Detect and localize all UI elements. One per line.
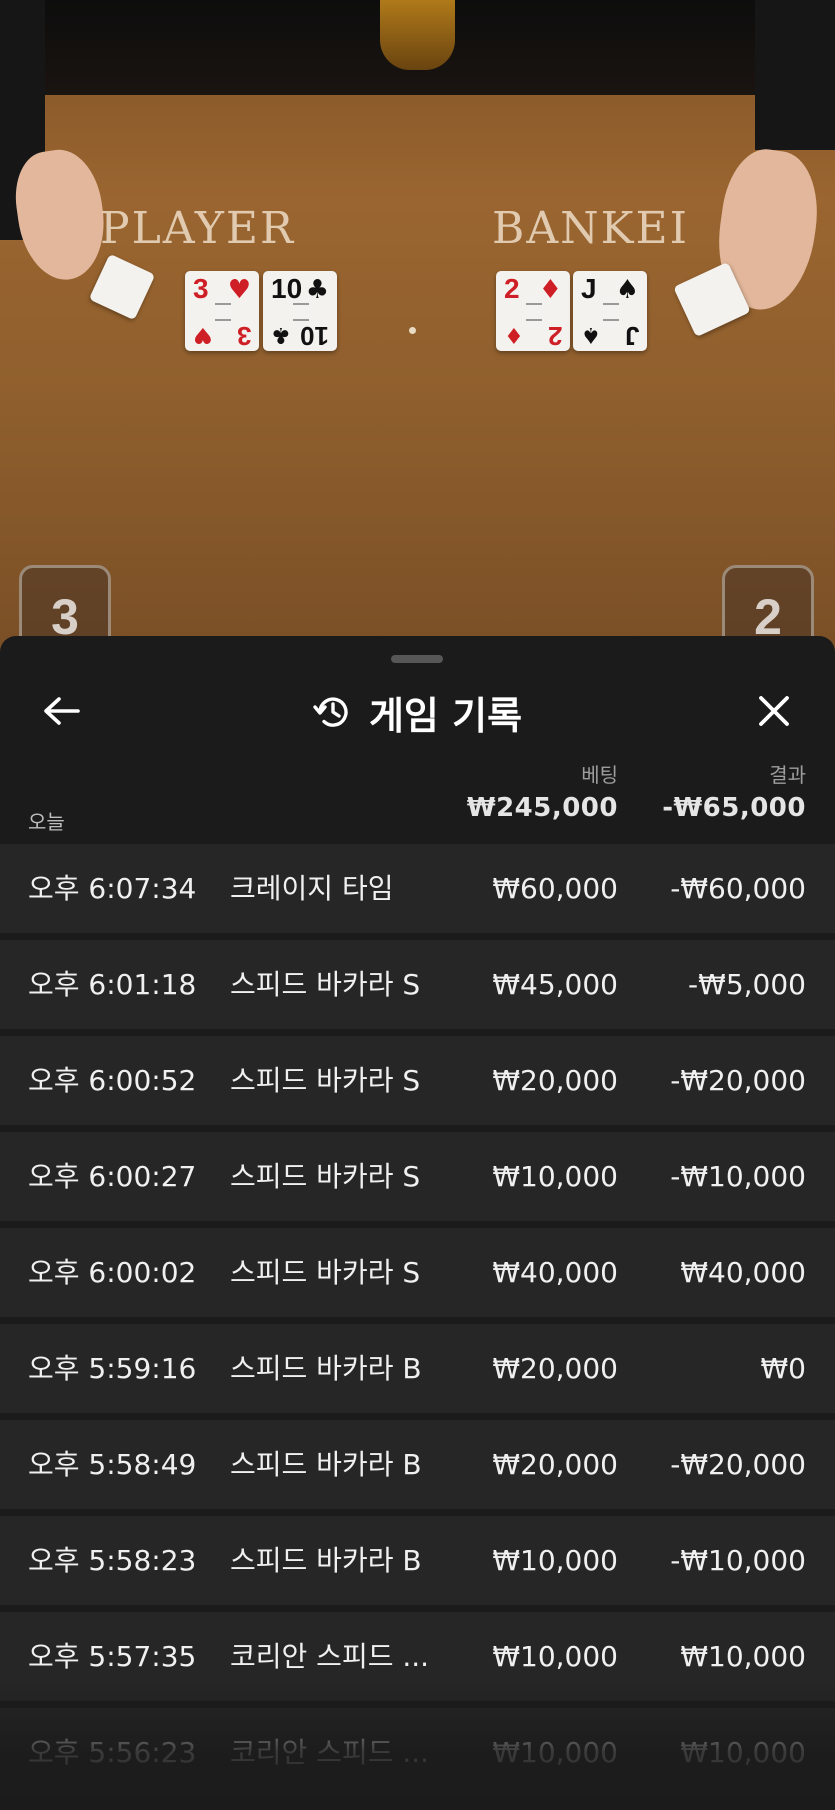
- row-result-amount: -₩20,000: [670, 1448, 806, 1481]
- card-rank: J: [624, 321, 639, 351]
- card-suit: ♦: [504, 322, 524, 347]
- card-suit: ♥: [227, 275, 251, 305]
- row-time: 오후 5:57:35: [28, 1640, 197, 1673]
- row-game-name: 크레이지 타임: [230, 872, 394, 905]
- history-row[interactable]: 오후 6:01:18 스피드 바카라 S ₩45,000 -₩5,000: [0, 940, 835, 1029]
- row-time: 오후 6:07:34: [28, 872, 197, 905]
- sheet-header: 게임 기록: [0, 684, 835, 740]
- banker-zone-label: BANKEI: [492, 203, 689, 254]
- row-time: 오후 5:59:16: [28, 1352, 197, 1385]
- history-row[interactable]: 오후 6:00:52 스피드 바카라 S ₩20,000 -₩20,000: [0, 1036, 835, 1125]
- card-suit: ♣: [305, 275, 329, 305]
- history-row[interactable]: 오후 5:58:49 스피드 바카라 B ₩20,000 -₩20,000: [0, 1420, 835, 1509]
- banker-card-2: J ♠ ♠ J: [573, 271, 647, 351]
- row-bet-amount: ₩60,000: [492, 872, 618, 905]
- card-rank: 10: [271, 273, 303, 304]
- row-game-name: 스피드 바카라 S: [230, 968, 421, 1001]
- page-title: 게임 기록: [368, 693, 523, 738]
- row-time: 오후 5:58:49: [28, 1448, 197, 1481]
- row-result-amount: ₩10,000: [680, 1640, 806, 1673]
- card-suit: ♠: [615, 275, 639, 305]
- row-result-amount: -₩20,000: [670, 1064, 806, 1097]
- row-bet-amount: ₩20,000: [492, 1064, 618, 1097]
- table-marker-dot: [409, 327, 416, 334]
- card-pattern: [603, 303, 619, 321]
- row-time: 오후 5:58:23: [28, 1544, 197, 1577]
- card-rank: 3: [236, 321, 251, 351]
- card-suit: ♠: [581, 322, 601, 347]
- game-history-sheet: 게임 기록 베팅 결과 오늘 ₩245,000 -₩65,000 오후 6:07…: [0, 636, 835, 1810]
- result-column-label: 결과: [769, 763, 806, 787]
- dealer-tie: [380, 0, 455, 70]
- live-video-feed: PLAYER BANKEI 3 ♥ ♥ 3 10 ♣ ♣ 10 2 ♦ ♦ 2 …: [0, 0, 835, 660]
- row-bet-amount: ₩10,000: [492, 1160, 618, 1193]
- card-rank: 3: [193, 273, 209, 304]
- card-suit: ♥: [193, 322, 213, 347]
- row-game-name: 코리안 스피드 ...: [230, 1640, 430, 1673]
- history-row[interactable]: 오후 5:57:35 코리안 스피드 ... ₩10,000 ₩10,000: [0, 1612, 835, 1701]
- date-group-label: 오늘: [28, 810, 65, 834]
- banker-card-1: 2 ♦ ♦ 2: [496, 271, 570, 351]
- row-result-amount: -₩10,000: [670, 1160, 806, 1193]
- row-game-name: 코리안 스피드 ...: [230, 1736, 430, 1769]
- row-result-amount: -₩10,000: [670, 1544, 806, 1577]
- row-bet-amount: ₩20,000: [492, 1448, 618, 1481]
- row-game-name: 스피드 바카라 B: [230, 1352, 422, 1385]
- row-game-name: 스피드 바카라 S: [230, 1256, 421, 1289]
- bet-column-label: 베팅: [581, 763, 618, 787]
- row-time: 오후 6:01:18: [28, 968, 197, 1001]
- row-time: 오후 6:00:27: [28, 1160, 197, 1193]
- dealer-left-hand: [9, 144, 112, 286]
- history-row[interactable]: 오후 6:00:27 스피드 바카라 S ₩10,000 -₩10,000: [0, 1132, 835, 1221]
- history-list: 오후 6:07:34 크레이지 타임 ₩60,000 -₩60,000 오후 6:01:…: [0, 844, 835, 1804]
- row-game-name: 스피드 바카라 B: [230, 1544, 422, 1577]
- card-suit: ♣: [271, 322, 291, 347]
- row-game-name: 스피드 바카라 S: [230, 1160, 421, 1193]
- card-suit: ♦: [538, 275, 562, 305]
- history-icon: [313, 697, 348, 727]
- result-total: -₩65,000: [662, 793, 806, 823]
- card-rank: 10: [300, 321, 329, 351]
- row-bet-amount: ₩10,000: [492, 1736, 618, 1769]
- row-bet-amount: ₩45,000: [492, 968, 618, 1001]
- history-row[interactable]: 오후 5:58:23 스피드 바카라 B ₩10,000 -₩10,000: [0, 1516, 835, 1605]
- row-result-amount: ₩0: [760, 1352, 807, 1385]
- row-bet-amount: ₩10,000: [492, 1640, 618, 1673]
- player-card-1: 3 ♥ ♥ 3: [185, 271, 259, 351]
- card-pattern: [526, 303, 542, 321]
- card-rank: 2: [504, 273, 520, 304]
- row-result-amount: -₩60,000: [670, 872, 806, 905]
- close-button[interactable]: [749, 686, 799, 736]
- row-game-name: 스피드 바카라 S: [230, 1064, 421, 1097]
- row-result-amount: ₩10,000: [680, 1736, 806, 1769]
- row-time: 오후 5:56:23: [28, 1736, 197, 1769]
- row-result-amount: -₩5,000: [688, 968, 806, 1001]
- row-time: 오후 6:00:52: [28, 1064, 197, 1097]
- player-zone-label: PLAYER: [100, 203, 296, 254]
- history-row[interactable]: 오후 5:59:16 스피드 바카라 B ₩20,000 ₩0: [0, 1324, 835, 1413]
- row-game-name: 스피드 바카라 B: [230, 1448, 422, 1481]
- player-card-held: [88, 253, 156, 321]
- history-row[interactable]: 오후 6:00:02 스피드 바카라 S ₩40,000 ₩40,000: [0, 1228, 835, 1317]
- row-result-amount: ₩40,000: [680, 1256, 806, 1289]
- history-row[interactable]: 오후 5:56:23 코리안 스피드 ... ₩10,000 ₩10,000: [0, 1708, 835, 1797]
- bet-total: ₩245,000: [466, 793, 618, 823]
- player-card-2: 10 ♣ ♣ 10: [263, 271, 337, 351]
- row-time: 오후 6:00:02: [28, 1256, 197, 1289]
- dealer-right-arm: [755, 0, 835, 150]
- row-bet-amount: ₩20,000: [492, 1352, 618, 1385]
- drag-handle[interactable]: [391, 655, 443, 663]
- card-pattern: [293, 303, 309, 321]
- close-icon: [759, 696, 789, 726]
- row-bet-amount: ₩10,000: [492, 1544, 618, 1577]
- card-rank: 2: [547, 321, 562, 351]
- card-pattern: [215, 303, 231, 321]
- card-rank: J: [581, 273, 597, 304]
- row-bet-amount: ₩40,000: [492, 1256, 618, 1289]
- history-row[interactable]: 오후 6:07:34 크레이지 타임 ₩60,000 -₩60,000: [0, 844, 835, 933]
